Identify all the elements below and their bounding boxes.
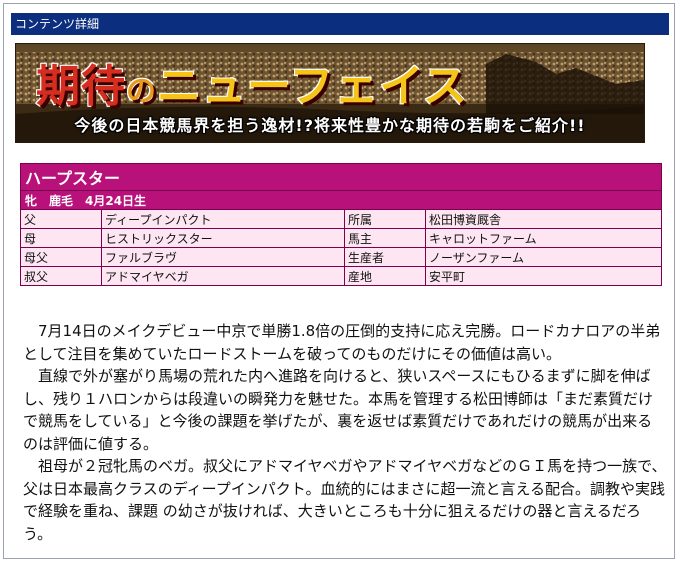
banner-title-part1: 期待: [35, 60, 126, 113]
banner-title-part3: ニューフェイス: [156, 60, 469, 113]
content-frame: コンテンツ詳細 期待のニューフェイス 今後の日本競馬界を担う逸材!?将来性豊かな…: [3, 3, 675, 559]
table-row: 母父 ファルブラヴ 生産者 ノーザンファーム: [20, 247, 662, 267]
row-value: ヒストリックスター: [101, 228, 345, 248]
row-value: ファルブラヴ: [101, 247, 345, 267]
article-body: 7月14日のメイクデビュー中京で単勝1.8倍の圧倒的支持に応え完勝。ロードカナロ…: [23, 320, 667, 545]
banner-title-part2: の: [125, 73, 157, 110]
row-value: キャロットファーム: [425, 228, 662, 248]
row-value: ノーザンファーム: [425, 247, 662, 267]
feature-banner: 期待のニューフェイス 今後の日本競馬界を担う逸材!?将来性豊かな期待の若駒をご紹…: [15, 43, 645, 143]
horse-profile-table: ハープスター 牝 鹿毛 4月24日生 父 ディープインパクト 所属 松田博資厩舎…: [20, 163, 662, 286]
row-label: 母父: [20, 247, 102, 267]
article-paragraph: 7月14日のメイクデビュー中京で単勝1.8倍の圧倒的支持に応え完勝。ロードカナロ…: [23, 322, 661, 363]
row-value: 安平町: [425, 266, 662, 286]
horse-info: 牝 鹿毛 4月24日生: [20, 190, 662, 210]
table-row: 叔父 アドマイヤベガ 産地 安平町: [20, 266, 662, 286]
table-row: 母 ヒストリックスター 馬主 キャロットファーム: [20, 228, 662, 248]
row-label: 産地: [344, 266, 426, 286]
row-value: 松田博資厩舎: [425, 209, 662, 229]
row-label: 生産者: [344, 247, 426, 267]
row-value: アドマイヤベガ: [101, 266, 345, 286]
article-paragraph: 直線で外が塞がり馬場の荒れた内へ進路を向けると、狭いスペースにもひるまずに脚を伸…: [23, 367, 654, 453]
banner-title: 期待のニューフェイス: [35, 50, 469, 114]
row-label: 父: [20, 209, 102, 229]
header-title: コンテンツ詳細: [15, 17, 100, 31]
table-row: 父 ディープインパクト 所属 松田博資厩舎: [20, 209, 662, 229]
banner-subtitle: 今後の日本競馬界を担う逸材!?将来性豊かな期待の若駒をご紹介!!: [74, 116, 586, 135]
content-header-bar: コンテンツ詳細: [11, 13, 669, 35]
row-label: 馬主: [344, 228, 426, 248]
horse-name-row: ハープスター: [20, 163, 662, 191]
horse-name: ハープスター: [20, 163, 662, 191]
row-label: 所属: [344, 209, 426, 229]
article-paragraph: 祖母が２冠牝馬のベガ。叔父にアドマイヤベガやアドマイヤベガなどのＧＩ馬を持つ一族…: [23, 457, 667, 543]
row-value: ディープインパクト: [101, 209, 345, 229]
row-label: 叔父: [20, 266, 102, 286]
horse-info-row: 牝 鹿毛 4月24日生: [20, 190, 662, 210]
row-label: 母: [20, 228, 102, 248]
